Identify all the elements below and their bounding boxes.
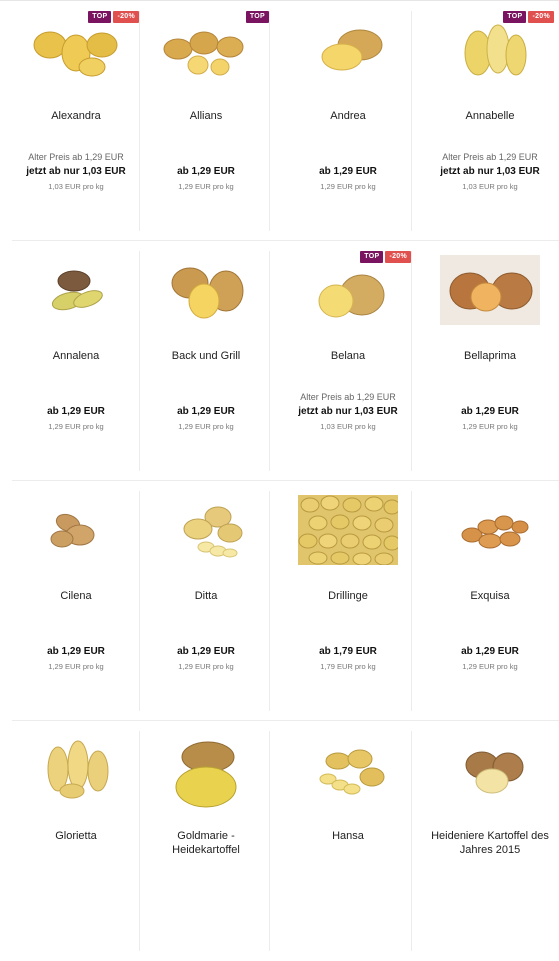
potato-cut-icon[interactable] [142, 735, 270, 815]
product-name[interactable]: Drillinge [284, 589, 412, 603]
product-price: ab 1,29 EUR [177, 166, 235, 177]
price-per-kg: 1,29 EUR pro kg [320, 182, 376, 191]
price-per-kg: 1,29 EUR pro kg [48, 662, 104, 671]
top-badge: TOP [245, 11, 269, 23]
product-name[interactable]: Glorietta [12, 829, 140, 843]
product-price: jetzt ab nur 1,03 EUR [26, 166, 126, 177]
product-name[interactable]: Ditta [142, 589, 270, 603]
product-name[interactable]: Belana [284, 349, 412, 363]
product-price: ab 1,29 EUR [47, 406, 105, 417]
top-badge: TOP [360, 251, 384, 263]
product-name[interactable]: Cilena [12, 589, 140, 603]
product-price: jetzt ab nur 1,03 EUR [298, 406, 398, 417]
price-per-kg: 1,29 EUR pro kg [48, 422, 104, 431]
product-price: ab 1,29 EUR [461, 406, 519, 417]
product-card[interactable]: Exquisa ab 1,29 EUR 1,29 EUR pro kg [426, 491, 554, 711]
potato-cut-icon[interactable] [426, 735, 554, 815]
product-price: ab 1,79 EUR [319, 646, 377, 657]
old-price: Alter Preis ab 1,29 EUR [442, 152, 538, 162]
product-card[interactable]: Back und Grill ab 1,29 EUR 1,29 EUR pro … [142, 251, 270, 471]
product-card[interactable]: Hansa [284, 731, 412, 951]
product-card[interactable]: TOP -20% Alexandra Alter Preis ab 1,29 E… [12, 11, 140, 231]
product-card[interactable]: TOP -20% Belana Alter Preis ab 1,29 EUR … [284, 251, 412, 471]
top-badge: TOP [503, 11, 527, 23]
potato-cut-icon[interactable] [142, 255, 270, 335]
price-per-kg: 1,03 EUR pro kg [320, 422, 376, 431]
top-badge: TOP [88, 11, 112, 23]
potato-slices-icon[interactable] [284, 735, 412, 815]
badge-group: TOP -20% [88, 11, 139, 23]
potato-cut-icon[interactable] [284, 255, 412, 335]
potato-group-icon[interactable] [426, 495, 554, 575]
old-price: Alter Preis ab 1,29 EUR [28, 152, 124, 162]
badge-group: TOP -20% [360, 251, 411, 263]
price-per-kg: 1,29 EUR pro kg [178, 662, 234, 671]
product-price: ab 1,29 EUR [461, 646, 519, 657]
product-row: Glorietta Goldmarie - Heidekartoffel Han… [0, 721, 559, 961]
discount-badge: -20% [385, 251, 411, 263]
price-per-kg: 1,29 EUR pro kg [462, 662, 518, 671]
potato-group-icon[interactable] [12, 495, 140, 575]
product-card[interactable]: Cilena ab 1,29 EUR 1,29 EUR pro kg [12, 491, 140, 711]
potato-group-icon[interactable] [12, 15, 140, 95]
potato-dark-icon[interactable] [12, 255, 140, 335]
product-price: ab 1,29 EUR [47, 646, 105, 657]
product-card[interactable]: Glorietta [12, 731, 140, 951]
product-price: ab 1,29 EUR [177, 406, 235, 417]
product-name[interactable]: Allians [142, 109, 270, 123]
discount-badge: -20% [528, 11, 554, 23]
product-price: jetzt ab nur 1,03 EUR [440, 166, 540, 177]
product-name[interactable]: Goldmarie - Heidekartoffel [142, 829, 270, 857]
product-card[interactable]: TOP Allians ab 1,29 EUR 1,29 EUR pro kg [142, 11, 270, 231]
product-card[interactable]: Heideniere Kartoffel des Jahres 2015 [426, 731, 554, 951]
product-name[interactable]: Hansa [284, 829, 412, 843]
product-name[interactable]: Heideniere Kartoffel des Jahres 2015 [426, 829, 554, 857]
price-per-kg: 1,29 EUR pro kg [178, 422, 234, 431]
product-card[interactable]: Bellaprima ab 1,29 EUR 1,29 EUR pro kg [426, 251, 554, 471]
product-name[interactable]: Annabelle [426, 109, 554, 123]
potato-cut-icon[interactable] [284, 15, 412, 95]
product-name[interactable]: Exquisa [426, 589, 554, 603]
product-card[interactable]: Goldmarie - Heidekartoffel [142, 731, 270, 951]
product-price: ab 1,29 EUR [319, 166, 377, 177]
product-name[interactable]: Andrea [284, 109, 412, 123]
potato-slices-icon[interactable] [142, 495, 270, 575]
discount-badge: -20% [113, 11, 139, 23]
product-name[interactable]: Back und Grill [142, 349, 270, 363]
potato-cut-icon[interactable] [426, 255, 554, 335]
price-per-kg: 1,03 EUR pro kg [48, 182, 104, 191]
old-price: Alter Preis ab 1,29 EUR [300, 392, 396, 402]
potato-pile-icon[interactable] [284, 495, 412, 575]
product-card[interactable]: Ditta ab 1,29 EUR 1,29 EUR pro kg [142, 491, 270, 711]
badge-group: TOP [245, 11, 269, 23]
price-per-kg: 1,29 EUR pro kg [178, 182, 234, 191]
product-card[interactable]: TOP -20% Annabelle Alter Preis ab 1,29 E… [426, 11, 554, 231]
product-name[interactable]: Annalena [12, 349, 140, 363]
badge-group: TOP -20% [503, 11, 554, 23]
product-row: Cilena ab 1,29 EUR 1,29 EUR pro kg Ditta… [0, 481, 559, 721]
price-per-kg: 1,03 EUR pro kg [462, 182, 518, 191]
price-per-kg: 1,79 EUR pro kg [320, 662, 376, 671]
product-grid: TOP -20% Alexandra Alter Preis ab 1,29 E… [0, 1, 559, 961]
product-card[interactable]: Annalena ab 1,29 EUR 1,29 EUR pro kg [12, 251, 140, 471]
product-name[interactable]: Bellaprima [426, 349, 554, 363]
price-per-kg: 1,29 EUR pro kg [462, 422, 518, 431]
product-card[interactable]: Andrea ab 1,29 EUR 1,29 EUR pro kg [284, 11, 412, 231]
product-card[interactable]: Drillinge ab 1,79 EUR 1,79 EUR pro kg [284, 491, 412, 711]
product-name[interactable]: Alexandra [12, 109, 140, 123]
product-row: TOP -20% Alexandra Alter Preis ab 1,29 E… [0, 1, 559, 241]
potato-halves-icon[interactable] [142, 15, 270, 95]
product-price: ab 1,29 EUR [177, 646, 235, 657]
product-row: Annalena ab 1,29 EUR 1,29 EUR pro kg Bac… [0, 241, 559, 481]
potato-group-icon[interactable] [12, 735, 140, 815]
potato-halves-icon[interactable] [426, 15, 554, 95]
